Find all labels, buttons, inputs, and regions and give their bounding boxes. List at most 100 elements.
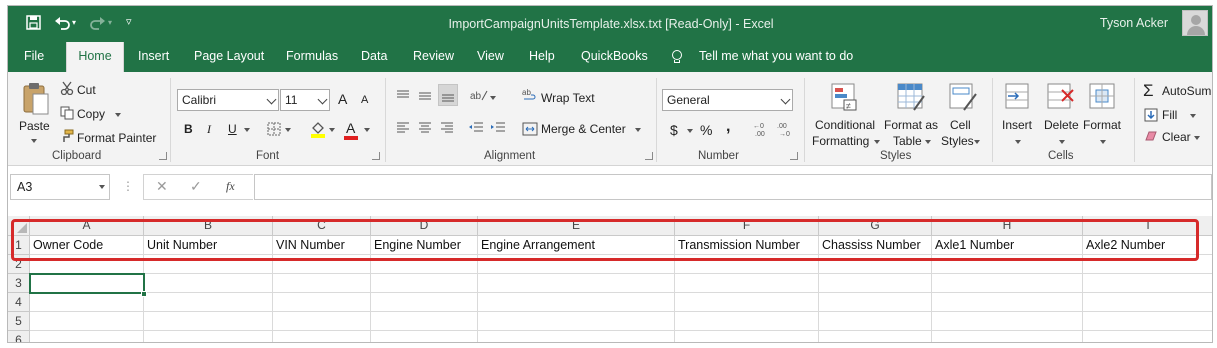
align-left-icon[interactable] xyxy=(396,122,410,137)
grid-cell[interactable] xyxy=(675,312,819,331)
name-box[interactable]: A3 xyxy=(10,174,110,200)
user-name[interactable]: Tyson Acker xyxy=(1100,16,1168,30)
row-header-4[interactable]: 4 xyxy=(8,293,30,312)
paste-dropdown-icon[interactable] xyxy=(31,139,37,143)
merge-center-button[interactable]: Merge & Center xyxy=(541,122,626,136)
borders-dropdown-icon[interactable] xyxy=(285,128,291,132)
grid-cell[interactable] xyxy=(273,274,371,293)
align-center-icon[interactable] xyxy=(418,122,432,137)
grid-cell[interactable] xyxy=(30,331,144,342)
tab-file[interactable]: File xyxy=(24,42,44,72)
tab-view[interactable]: View xyxy=(477,42,504,72)
grid-cell[interactable] xyxy=(932,274,1083,293)
fill-color-icon[interactable] xyxy=(310,120,326,141)
delete-cells-dropdown-icon[interactable] xyxy=(1059,140,1065,144)
format-as-table-button[interactable]: Format as xyxy=(884,118,938,132)
cancel-icon[interactable]: ✕ xyxy=(156,178,168,195)
grid-cell[interactable] xyxy=(1083,331,1212,342)
copy-dropdown-icon[interactable] xyxy=(115,113,121,117)
grid-cell[interactable] xyxy=(478,312,675,331)
row-header-3[interactable]: 3 xyxy=(8,274,30,293)
fill-color-dropdown-icon[interactable] xyxy=(329,128,335,132)
insert-cells-dropdown-icon[interactable] xyxy=(1015,140,1021,144)
clear-dropdown-icon[interactable] xyxy=(1194,136,1200,140)
grid-cell[interactable] xyxy=(819,331,932,342)
grid-cell[interactable] xyxy=(371,312,478,331)
percent-button[interactable]: % xyxy=(700,122,712,138)
decrease-decimal-icon[interactable]: .00 →0 xyxy=(776,120,794,141)
name-box-dropdown-icon[interactable] xyxy=(99,185,105,189)
grid-cell[interactable] xyxy=(819,274,932,293)
cell-styles-dropdown-icon[interactable] xyxy=(974,140,980,144)
conditional-formatting-label-2[interactable]: Formatting xyxy=(812,134,869,148)
comma-style-button[interactable]: , xyxy=(726,118,730,136)
borders-icon[interactable] xyxy=(267,122,281,139)
enter-icon[interactable]: ✓ xyxy=(190,178,202,195)
tab-formulas[interactable]: Formulas xyxy=(286,42,338,72)
grid-cell[interactable] xyxy=(1083,293,1212,312)
fill-handle[interactable] xyxy=(141,291,147,297)
conditional-formatting-button[interactable]: Conditional xyxy=(815,118,875,132)
tab-home[interactable]: Home xyxy=(66,42,124,72)
grid-cell[interactable] xyxy=(932,312,1083,331)
grid-cell[interactable] xyxy=(675,293,819,312)
underline-button[interactable]: U xyxy=(228,122,237,136)
font-name-dropdown[interactable]: Calibri xyxy=(177,89,279,111)
grid-cell[interactable] xyxy=(273,331,371,342)
insert-cells-button[interactable]: Insert xyxy=(1002,118,1032,132)
orientation-dropdown-icon[interactable] xyxy=(490,96,496,100)
fill-dropdown-icon[interactable] xyxy=(1190,114,1196,118)
font-color-dropdown-icon[interactable] xyxy=(364,128,370,132)
tell-me-search[interactable]: Tell me what you want to do xyxy=(699,42,853,72)
conditional-formatting-dropdown-icon[interactable] xyxy=(874,140,880,144)
align-middle-icon[interactable] xyxy=(418,88,432,105)
grid-cell[interactable] xyxy=(273,312,371,331)
tab-insert[interactable]: Insert xyxy=(138,42,169,72)
formula-input[interactable] xyxy=(254,174,1212,200)
grid-cell[interactable] xyxy=(371,274,478,293)
insert-function-button[interactable]: fx xyxy=(226,179,235,194)
grid-cell[interactable] xyxy=(675,331,819,342)
grow-font-icon[interactable]: A xyxy=(338,91,347,107)
cell-styles-label-2[interactable]: Styles xyxy=(941,134,974,148)
row-header-6[interactable]: 6 xyxy=(8,331,30,342)
grid-cell[interactable] xyxy=(273,293,371,312)
font-size-dropdown[interactable]: 11 xyxy=(280,89,330,111)
paste-icon[interactable] xyxy=(22,82,50,119)
currency-dropdown-icon[interactable] xyxy=(687,129,693,133)
align-top-icon[interactable] xyxy=(396,88,410,105)
grid-cell[interactable] xyxy=(144,274,273,293)
grid-cell[interactable] xyxy=(371,331,478,342)
grid-cell[interactable] xyxy=(932,293,1083,312)
currency-button[interactable]: $ xyxy=(670,122,678,138)
cell-styles-button[interactable]: Cell xyxy=(950,118,971,132)
italic-button[interactable]: I xyxy=(207,122,211,137)
avatar[interactable] xyxy=(1182,10,1208,36)
number-format-dropdown[interactable]: General xyxy=(662,89,793,111)
shrink-font-icon[interactable]: A xyxy=(361,94,368,106)
tab-review[interactable]: Review xyxy=(413,42,454,72)
number-launcher-icon[interactable] xyxy=(790,152,798,160)
align-right-icon[interactable] xyxy=(440,122,454,137)
clear-button[interactable]: Clear xyxy=(1162,130,1191,144)
grid-cell[interactable] xyxy=(144,312,273,331)
grid-cell[interactable] xyxy=(675,274,819,293)
row-header-5[interactable]: 5 xyxy=(8,312,30,331)
grid-cell[interactable] xyxy=(819,293,932,312)
increase-indent-icon[interactable] xyxy=(490,122,506,137)
grid-cell[interactable] xyxy=(478,331,675,342)
increase-decimal-icon[interactable]: ←0.00 xyxy=(752,120,770,141)
alignment-launcher-icon[interactable] xyxy=(645,152,653,160)
wrap-text-button[interactable]: Wrap Text xyxy=(541,91,595,105)
format-as-table-dropdown-icon[interactable] xyxy=(925,140,931,144)
format-as-table-label-2[interactable]: Table xyxy=(893,134,922,148)
tab-data[interactable]: Data xyxy=(361,42,387,72)
grid-cell[interactable] xyxy=(30,312,144,331)
format-cells-dropdown-icon[interactable] xyxy=(1100,140,1106,144)
font-launcher-icon[interactable] xyxy=(372,152,380,160)
font-color-button[interactable]: A xyxy=(346,120,355,136)
tab-quickbooks[interactable]: QuickBooks xyxy=(581,42,648,72)
merge-center-dropdown-icon[interactable] xyxy=(635,128,641,132)
align-bottom-icon[interactable] xyxy=(438,84,458,106)
copy-button[interactable]: Copy xyxy=(77,107,105,121)
